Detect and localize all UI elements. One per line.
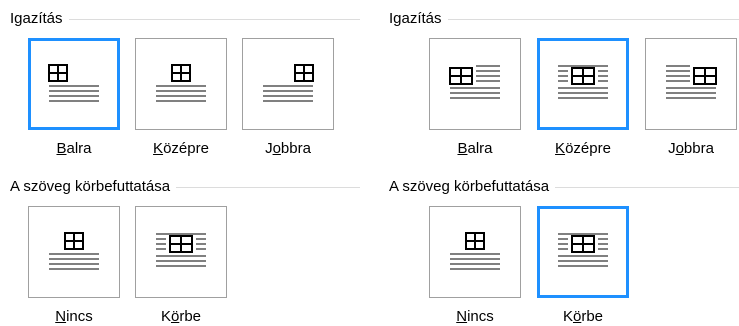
align-left-icon	[48, 64, 99, 102]
align-center-button[interactable]	[135, 38, 227, 130]
wrap-none-option[interactable]: Nincs	[28, 206, 120, 326]
align-center-label: Középre	[555, 140, 611, 157]
align-center-option[interactable]: Középre	[537, 38, 629, 158]
wrap-none-label: Nincs	[55, 308, 93, 325]
wrapping-group-title: A szöveg körbefuttatása	[389, 178, 556, 195]
wrap-around-label: Körbe	[160, 308, 202, 325]
align-right-option[interactable]: Jobbra	[645, 38, 737, 158]
align-left-wrap-icon	[449, 65, 500, 99]
align-left-label: Balra	[56, 140, 92, 157]
wrap-around-icon	[558, 233, 608, 267]
wrap-none-button[interactable]	[28, 206, 120, 298]
alignment-group-title: Igazítás	[10, 10, 69, 27]
left-panel: Igazítás Balra Középre Jobbra A szöveg k…	[10, 0, 360, 326]
alignment-group-header: Igazítás	[10, 8, 360, 28]
wrapping-group-header: A szöveg körbefuttatása	[389, 176, 739, 196]
align-right-button[interactable]	[645, 38, 737, 130]
align-center-label: Középre	[153, 140, 209, 157]
wrap-around-label: Körbe	[562, 308, 604, 325]
wrap-around-icon	[156, 233, 206, 267]
align-left-button[interactable]	[429, 38, 521, 130]
wrap-none-button[interactable]	[429, 206, 521, 298]
wrapping-group-title: A szöveg körbefuttatása	[10, 178, 177, 195]
align-center-wrap-icon	[558, 65, 608, 99]
align-center-option[interactable]: Középre	[135, 38, 227, 158]
align-left-button[interactable]	[28, 38, 120, 130]
align-right-label: Jobbra	[668, 140, 714, 157]
align-right-label: Jobbra	[265, 140, 311, 157]
wrapping-group-header: A szöveg körbefuttatása	[10, 176, 360, 196]
align-center-icon	[156, 64, 206, 102]
wrap-around-option[interactable]: Körbe	[537, 206, 629, 326]
align-left-option[interactable]: Balra	[429, 38, 521, 158]
align-right-button[interactable]	[242, 38, 334, 130]
align-right-wrap-icon	[666, 65, 717, 99]
wrap-around-button[interactable]	[537, 206, 629, 298]
wrap-around-button[interactable]	[135, 206, 227, 298]
wrap-none-option[interactable]: Nincs	[429, 206, 521, 326]
right-panel: Igazítás Balra Középre Jobbra A szöveg k…	[389, 0, 739, 326]
wrap-none-icon	[49, 232, 99, 270]
align-right-option[interactable]: Jobbra	[242, 38, 334, 158]
align-left-option[interactable]: Balra	[28, 38, 120, 158]
align-center-button[interactable]	[537, 38, 629, 130]
alignment-group-header: Igazítás	[389, 8, 739, 28]
align-left-label: Balra	[457, 140, 493, 157]
wrap-around-option[interactable]: Körbe	[135, 206, 227, 326]
wrap-none-icon	[450, 232, 500, 270]
align-right-icon	[263, 64, 314, 102]
wrap-none-label: Nincs	[456, 308, 494, 325]
alignment-group-title: Igazítás	[389, 10, 448, 27]
